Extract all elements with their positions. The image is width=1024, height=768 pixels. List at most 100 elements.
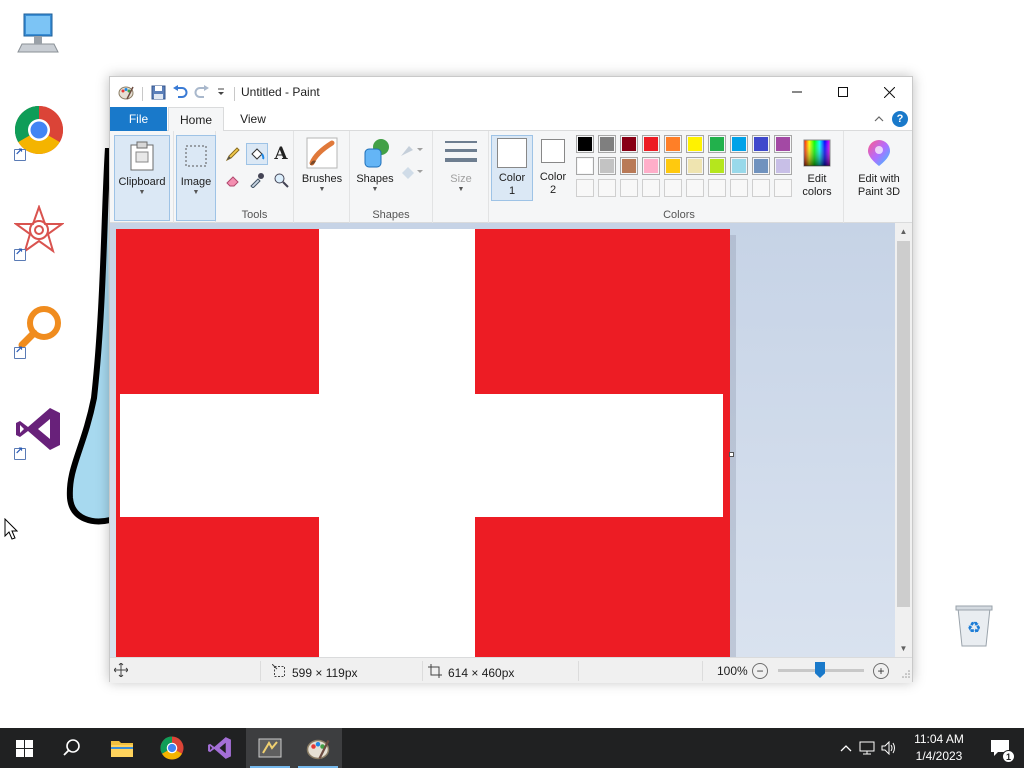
chevron-down-icon: ▼ (318, 186, 326, 193)
custom-color-slot[interactable] (686, 179, 704, 197)
search-button[interactable] (48, 728, 96, 768)
svg-text:♻: ♻ (967, 618, 981, 637)
customize-qat-icon[interactable] (216, 86, 226, 101)
maximize-button[interactable] (820, 77, 866, 107)
tab-file[interactable]: File (110, 107, 167, 131)
scroll-up-icon[interactable]: ▲ (895, 223, 912, 240)
brushes-button[interactable]: Brushes ▼ (298, 137, 346, 194)
status-divider (578, 661, 579, 681)
magnifier-tool-button[interactable] (270, 169, 292, 191)
paint-app-icon[interactable] (118, 84, 134, 103)
palette-swatch[interactable] (752, 157, 770, 175)
close-button[interactable] (866, 77, 912, 107)
palette-swatch[interactable] (730, 135, 748, 153)
tab-view[interactable]: View (230, 107, 276, 131)
drawing-canvas[interactable] (116, 229, 730, 657)
pencil-tool-button[interactable] (222, 143, 244, 165)
custom-color-slot[interactable] (730, 179, 748, 197)
volume-icon[interactable] (878, 741, 900, 755)
palette-swatch[interactable] (576, 157, 594, 175)
image-label: Image (180, 176, 212, 188)
palette-swatch[interactable] (774, 135, 792, 153)
shortcut-arrow-icon (14, 147, 26, 161)
scroll-down-icon[interactable]: ▼ (895, 640, 912, 657)
palette-swatch[interactable] (620, 135, 638, 153)
search-app-shortcut-icon[interactable] (14, 303, 70, 359)
custom-color-slot[interactable] (708, 179, 726, 197)
fill-style-icon[interactable] (398, 161, 426, 183)
color1-button[interactable]: Color 1 (491, 135, 533, 201)
chevron-down-icon: ▼ (371, 186, 379, 193)
outline-icon[interactable] (398, 139, 426, 161)
fill-tool-button[interactable] (246, 143, 268, 165)
color2-button[interactable]: Color 2 (535, 139, 571, 197)
brush-icon (306, 137, 338, 169)
palette-swatch[interactable] (598, 135, 616, 153)
this-pc-icon[interactable] (14, 8, 70, 64)
minimize-button[interactable] (774, 77, 820, 107)
palette-swatch[interactable] (686, 157, 704, 175)
palette-swatch[interactable] (576, 135, 594, 153)
show-hidden-icons-icon[interactable] (836, 744, 856, 752)
palette-swatch[interactable] (752, 135, 770, 153)
eraser-tool-button[interactable] (222, 169, 244, 191)
shapes-button[interactable]: Shapes ▼ (354, 137, 396, 194)
custom-color-slot[interactable] (664, 179, 682, 197)
help-icon[interactable]: ? (892, 111, 908, 127)
canvas-resize-handle[interactable] (729, 452, 734, 457)
canvas-shadow (730, 235, 736, 657)
palette-swatch[interactable] (664, 135, 682, 153)
resize-grip-icon[interactable] (902, 667, 910, 681)
custom-color-slot[interactable] (576, 179, 594, 197)
zoom-slider-thumb[interactable] (815, 662, 825, 678)
visual-studio-shortcut-icon[interactable] (14, 404, 70, 460)
palette-swatch[interactable] (686, 135, 704, 153)
custom-color-slot[interactable] (752, 179, 770, 197)
palette-swatch[interactable] (708, 157, 726, 175)
custom-color-slot[interactable] (642, 179, 660, 197)
color-picker-tool-button[interactable] (246, 169, 268, 191)
taskbar-visual-studio[interactable] (196, 728, 244, 768)
palette-swatch[interactable] (620, 157, 638, 175)
text-tool-button[interactable]: A (270, 143, 292, 165)
save-icon[interactable] (151, 85, 166, 103)
tools-label: Tools (241, 209, 268, 221)
custom-color-slot[interactable] (598, 179, 616, 197)
taskbar-clock[interactable]: 11:04 AM 1/4/2023 (903, 731, 975, 765)
taskbar-app-running[interactable] (246, 728, 294, 768)
taskbar-paint[interactable] (294, 728, 342, 768)
chrome-shortcut-icon[interactable] (14, 105, 70, 161)
action-center-button[interactable]: 1 (976, 728, 1024, 768)
selection-size: 599 × 119px (271, 663, 358, 681)
image-button[interactable]: Image ▼ (176, 135, 216, 221)
canvas-workspace (110, 223, 896, 657)
selection-size-icon (271, 663, 286, 681)
palette-swatch[interactable] (774, 157, 792, 175)
collapse-ribbon-icon[interactable] (874, 112, 884, 126)
palette-swatch[interactable] (664, 157, 682, 175)
palette-swatch[interactable] (642, 157, 660, 175)
recycle-bin-icon[interactable]: ♻ (950, 600, 1006, 656)
taskbar-chrome[interactable] (148, 728, 196, 768)
custom-color-slot[interactable] (620, 179, 638, 197)
vertical-scrollbar[interactable]: ▲ ▼ (895, 223, 912, 657)
start-button[interactable] (0, 728, 48, 768)
palette-swatch[interactable] (730, 157, 748, 175)
app-shortcut-icon[interactable] (12, 203, 70, 261)
palette-swatch[interactable] (708, 135, 726, 153)
zoom-out-button[interactable]: − (752, 663, 768, 679)
redo-icon[interactable] (194, 84, 210, 103)
taskbar-file-explorer[interactable] (98, 728, 146, 768)
undo-icon[interactable] (172, 84, 188, 103)
edit-colors-button[interactable]: Edit colors (798, 137, 836, 199)
zoom-in-button[interactable]: + (873, 663, 889, 679)
palette-swatch[interactable] (598, 157, 616, 175)
custom-color-slot[interactable] (774, 179, 792, 197)
tab-home[interactable]: Home (168, 107, 224, 132)
scrollbar-thumb[interactable] (897, 241, 910, 607)
clipboard-button[interactable]: Clipboard ▼ (114, 135, 170, 221)
edit-with-paint3d-button[interactable]: Edit with Paint 3D (848, 137, 910, 199)
palette-swatch[interactable] (642, 135, 660, 153)
network-icon[interactable] (856, 741, 878, 755)
size-button[interactable]: Size ▼ (439, 137, 483, 194)
